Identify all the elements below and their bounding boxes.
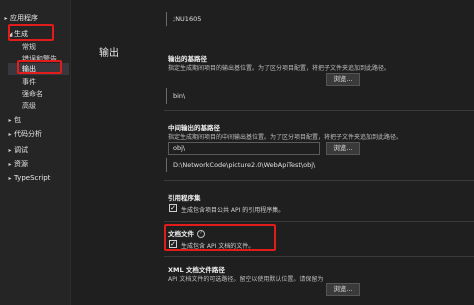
sidebar-item-label: TypeScript: [14, 174, 51, 182]
intermediate-output-desc: 指定生成期间项目的中间输出基位置。为了区分项目配置，将把子文件夹追加到此路径。: [168, 134, 403, 141]
sidebar-item-code-analysis[interactable]: ▸ 代码分析: [6, 128, 42, 140]
divider: [164, 110, 474, 111]
intermediate-output-label: 中间输出的基路径: [168, 124, 220, 132]
project-properties-window: ▸ 应用程序 ◢ 生成 常规 错误和警告 输出 事件 强命名 高级 ▸ 包 ▸ 代码分析: [0, 0, 474, 305]
chevron-right-icon: ▸: [8, 161, 12, 168]
chevron-right-icon: ▸: [8, 117, 12, 124]
sidebar-item-debug[interactable]: ▸ 调试: [6, 144, 28, 156]
value-guide-line: [166, 12, 167, 26]
doc-file-label-text: 文档文件: [168, 230, 194, 238]
info-icon: ?: [197, 230, 205, 238]
divider: [164, 180, 474, 181]
chevron-right-icon: ▸: [8, 131, 12, 138]
sidebar-item-label: 生成: [14, 30, 28, 38]
sidebar-item-advanced[interactable]: 高级: [22, 100, 36, 112]
xml-doc-path-desc: API 文档文件的可选路径。留空以使用默认位置。请保留为: [168, 276, 324, 283]
sidebar-item-label: 包: [14, 116, 21, 124]
sidebar-item-build[interactable]: ◢ 生成: [6, 28, 28, 40]
browse-button[interactable]: 浏览...: [326, 283, 360, 296]
sidebar-item-label: 代码分析: [14, 130, 42, 138]
section-title: 输出: [99, 48, 119, 59]
divider: [164, 256, 474, 257]
sidebar-item-package[interactable]: ▸ 包: [6, 114, 21, 126]
base-output-label: 输出的基路径: [168, 55, 207, 63]
xml-doc-path-label: XML 文档文件路径: [168, 266, 225, 274]
sidebar-item-label: 资源: [14, 160, 28, 168]
checkmark-icon: ✓: [170, 204, 176, 212]
sidebar-item-application[interactable]: ▸ 应用程序: [2, 12, 38, 24]
sidebar-item-label: 常规: [22, 43, 36, 51]
doc-file-checkbox[interactable]: ✓: [169, 240, 177, 248]
divider: [164, 221, 474, 222]
sidebar-item-label: 应用程序: [10, 14, 38, 22]
sidebar: ▸ 应用程序 ◢ 生成 常规 错误和警告 输出 事件 强命名 高级 ▸ 包 ▸ 代码分析: [0, 0, 71, 305]
base-output-desc: 指定生成期间项目的输出基位置。为了区分项目配置，将把子文件夹追加到此路径。: [168, 65, 391, 72]
browse-button[interactable]: 浏览...: [326, 73, 360, 86]
sidebar-item-strong-naming[interactable]: 强命名: [22, 88, 43, 100]
intermediate-output-input[interactable]: obj\: [168, 142, 320, 155]
value-guide-line: [166, 88, 167, 104]
chevron-right-icon: ▸: [8, 147, 12, 154]
reference-assembly-checkbox-label: 生成包含项目公共 API 的引用程序集。: [181, 207, 285, 214]
sidebar-item-typescript[interactable]: ▸ TypeScript: [6, 172, 50, 184]
sidebar-item-label: 高级: [22, 102, 36, 110]
sidebar-item-resources[interactable]: ▸ 资源: [6, 158, 28, 170]
nowarn-value: ;NU1605: [173, 15, 202, 23]
doc-file-checkbox-label: 生成包含 API 文档的文件。: [181, 243, 255, 250]
reference-assembly-checkbox[interactable]: ✓: [169, 204, 177, 212]
browse-button[interactable]: 浏览...: [326, 142, 360, 155]
doc-file-label: 文档文件?: [168, 228, 205, 238]
intermediate-output-resolved: D:\NetworkCode\picture2.0\WebApiTest\obj…: [173, 161, 316, 169]
sidebar-item-events[interactable]: 事件: [22, 76, 36, 88]
sidebar-item-label: 输出: [22, 65, 36, 73]
sidebar-item-general[interactable]: 常规: [22, 41, 36, 53]
sidebar-item-label: 强命名: [22, 90, 43, 98]
base-output-value: bin\: [173, 92, 186, 100]
reference-assembly-label: 引用程序集: [168, 194, 201, 202]
value-guide-line: [166, 158, 167, 172]
chevron-right-icon: ▸: [4, 15, 8, 22]
settings-panel: ;NU1605 输出 输出的基路径 指定生成期间项目的输出基位置。为了区分项目配…: [71, 0, 474, 305]
sidebar-item-label: 事件: [22, 78, 36, 86]
sidebar-item-label: 错误和警告: [22, 55, 57, 63]
sidebar-item-output[interactable]: 输出: [8, 63, 69, 75]
checkmark-icon: ✓: [170, 240, 176, 248]
sidebar-item-label: 调试: [14, 146, 28, 154]
chevron-right-icon: ▸: [8, 175, 12, 182]
chevron-down-icon: ◢: [7, 31, 13, 38]
